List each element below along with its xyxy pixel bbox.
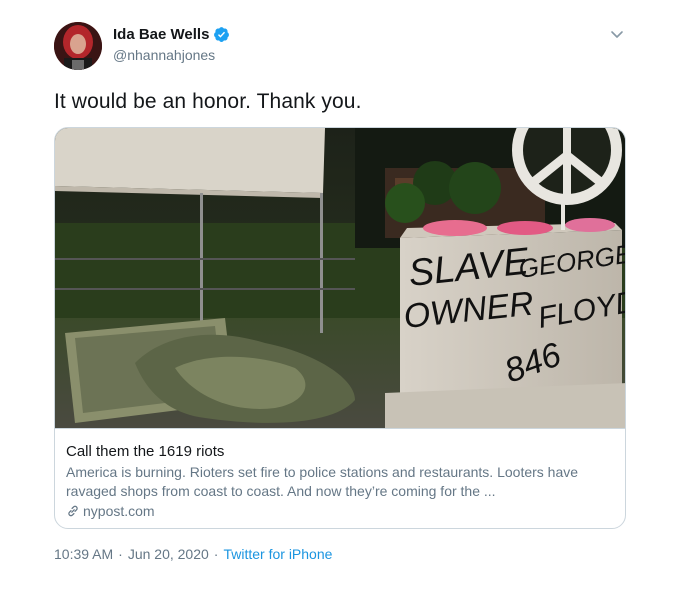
chevron-down-icon[interactable]	[609, 26, 625, 42]
link-icon	[66, 504, 80, 518]
author-handle[interactable]: @nhannahjones	[113, 47, 215, 63]
tweet-text: It would be an honor. Thank you.	[54, 90, 362, 113]
meta-separator: ·	[118, 546, 123, 562]
avatar-image	[54, 22, 102, 70]
card-title: Call them the 1619 riots	[66, 443, 225, 460]
verified-badge-icon	[213, 26, 230, 43]
tweet-time[interactable]: 10:39 AM	[54, 546, 113, 562]
author-display-name[interactable]: Ida Bae Wells	[113, 26, 209, 43]
card-description: America is burning. Rioters set fire to …	[66, 464, 579, 499]
avatar[interactable]	[54, 22, 102, 70]
tweet: Ida Bae Wells @nhannahjones It would be …	[0, 0, 673, 599]
card-domain: nypost.com	[66, 503, 155, 519]
author-name-row: Ida Bae Wells	[113, 26, 230, 43]
card-image: SLAVE OWNER GEORGE FLOYD 846	[55, 128, 625, 428]
card-body: Call them the 1619 riots America is burn…	[55, 428, 625, 528]
card-domain-text: nypost.com	[83, 503, 155, 519]
meta-separator-2: ·	[213, 546, 219, 562]
link-card[interactable]: SLAVE OWNER GEORGE FLOYD 846 Call them t…	[54, 127, 626, 529]
tweet-date[interactable]: Jun 20, 2020	[128, 546, 209, 562]
tweet-meta: 10:39 AM · Jun 20, 2020 · Twitter for iP…	[54, 546, 332, 562]
tweet-source-link[interactable]: Twitter for iPhone	[223, 546, 332, 562]
